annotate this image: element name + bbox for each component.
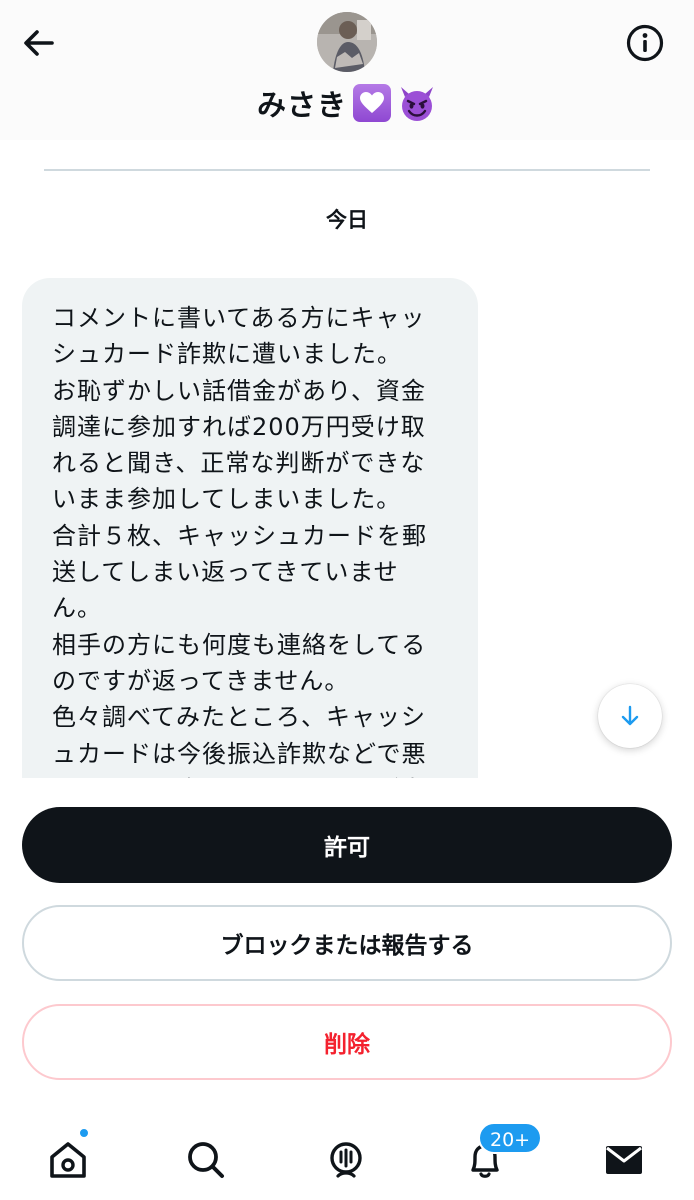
delete-button[interactable]: 削除 [22, 1004, 672, 1080]
tab-search[interactable] [176, 1130, 236, 1190]
header-divider [44, 169, 650, 171]
home-notification-dot [78, 1127, 90, 1139]
info-icon [626, 24, 664, 62]
info-button[interactable] [624, 22, 666, 64]
message-list[interactable]: コメントに書いてある方にキャッ シュカード詐欺に遭いました。 お恥ずかしい話借金… [0, 278, 694, 778]
arrow-left-icon [24, 30, 54, 56]
date-separator: 今日 [326, 208, 368, 232]
avatar[interactable] [317, 12, 377, 72]
bottom-tab-bar: 20+ [0, 1110, 694, 1200]
search-icon [188, 1142, 224, 1178]
envelope-icon [606, 1146, 642, 1174]
notifications-count-badge: 20+ [478, 1122, 543, 1154]
tab-grok[interactable] [316, 1130, 376, 1190]
avatar-photo [317, 12, 377, 72]
message-bubble[interactable]: コメントに書いてある方にキャッ シュカード詐欺に遭いました。 お恥ずかしい話借金… [22, 278, 478, 778]
scroll-to-bottom-button[interactable] [598, 684, 662, 748]
allow-button[interactable]: 許可 [22, 807, 672, 883]
home-icon [50, 1142, 86, 1178]
tab-messages[interactable] [594, 1130, 654, 1190]
tab-home[interactable] [38, 1130, 98, 1190]
arrow-down-icon [621, 705, 639, 726]
back-button[interactable] [18, 22, 60, 64]
block-or-report-button[interactable]: ブロックまたは報告する [22, 905, 672, 981]
message-text: コメントに書いてある方にキャッ シュカード詐欺に遭いました。 お恥ずかしい話借金… [52, 304, 427, 778]
purple-heart-emoji [353, 84, 391, 122]
display-name: みさき [256, 88, 347, 122]
smiling-devil-emoji [397, 83, 437, 123]
grok-icon [330, 1142, 362, 1178]
conversation-title[interactable]: みさき [0, 80, 694, 126]
conversation-header: みさき [0, 0, 694, 140]
